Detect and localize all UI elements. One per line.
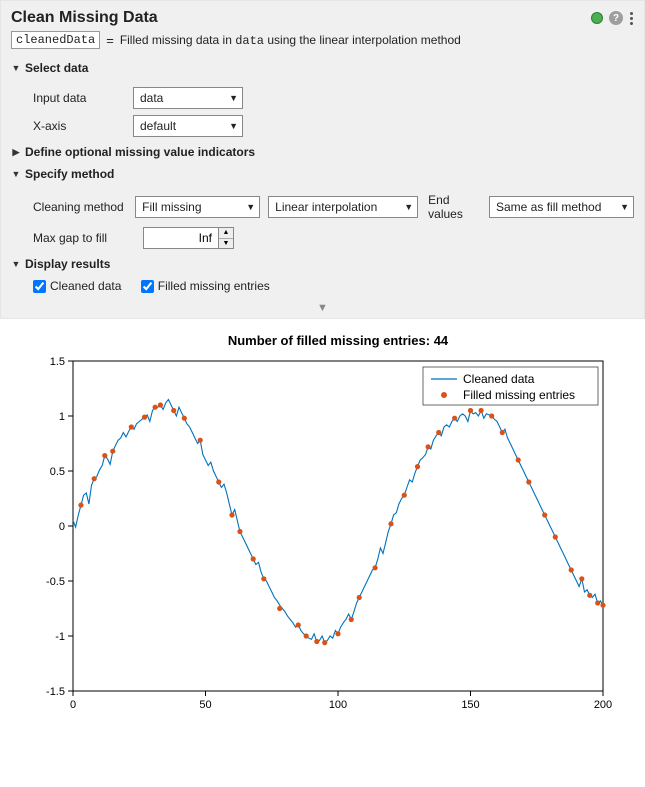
max-gap-label: Max gap to fill xyxy=(33,231,143,245)
chevron-right-icon: ▶ xyxy=(11,147,21,158)
svg-text:0: 0 xyxy=(70,699,76,711)
section-header-select-data[interactable]: ▼ Select data xyxy=(11,59,634,77)
cleaning-method-label: Cleaning method xyxy=(33,200,127,214)
x-axis-label: X-axis xyxy=(33,119,133,133)
summary-row: cleanedData = Filled missing data in dat… xyxy=(11,31,634,49)
panel-title: Clean Missing Data xyxy=(11,9,158,27)
svg-text:-1: -1 xyxy=(55,631,65,643)
status-dot-icon xyxy=(591,12,603,24)
section-select-data: ▼ Select data Input data data▼ X-axis de… xyxy=(11,59,634,137)
section-header-optional-indicators[interactable]: ▶ Define optional missing value indicato… xyxy=(11,143,634,161)
x-axis-select[interactable]: default▼ xyxy=(133,115,243,137)
summary-text: Filled missing data in data using the li… xyxy=(120,33,461,48)
svg-text:-1.5: -1.5 xyxy=(46,686,65,698)
caret-down-icon: ▼ xyxy=(404,202,413,212)
expand-handle-icon[interactable]: ▼ xyxy=(11,300,634,314)
spinner-up-icon[interactable]: ▲ xyxy=(219,228,233,238)
task-panel: Clean Missing Data ? cleanedData = Fille… xyxy=(0,0,645,319)
svg-text:0.5: 0.5 xyxy=(50,466,65,478)
caret-down-icon: ▼ xyxy=(620,202,629,212)
header-icons: ? xyxy=(591,10,634,27)
help-icon[interactable]: ? xyxy=(609,11,623,25)
svg-text:Number of filled missing entri: Number of filled missing entries: 44 xyxy=(228,333,449,348)
svg-text:-0.5: -0.5 xyxy=(46,576,65,588)
chart-area: Number of filled missing entries: 44 0 50 1… xyxy=(0,319,645,739)
chevron-down-icon: ▼ xyxy=(11,63,21,73)
max-gap-input[interactable] xyxy=(144,228,218,248)
input-data-select[interactable]: data▼ xyxy=(133,87,243,109)
output-variable[interactable]: cleanedData xyxy=(11,31,100,49)
section-header-specify-method[interactable]: ▼ Specify method xyxy=(11,165,634,183)
chevron-down-icon: ▼ xyxy=(11,259,21,269)
section-header-display-results[interactable]: ▼ Display results xyxy=(11,255,634,273)
input-data-label: Input data xyxy=(33,91,133,105)
panel-header: Clean Missing Data ? xyxy=(11,9,634,27)
section-specify-method: ▼ Specify method Cleaning method Fill mi… xyxy=(11,165,634,249)
spinner-down-icon[interactable]: ▼ xyxy=(219,238,233,248)
cleaned-data-checkbox[interactable]: Cleaned data xyxy=(33,279,121,293)
end-values-label: End values xyxy=(428,193,479,221)
caret-down-icon: ▼ xyxy=(229,93,238,103)
chevron-down-icon: ▼ xyxy=(11,169,21,179)
svg-text:Cleaned data: Cleaned data xyxy=(463,372,535,386)
svg-text:1: 1 xyxy=(59,411,65,423)
caret-down-icon: ▼ xyxy=(229,121,238,131)
caret-down-icon: ▼ xyxy=(246,202,255,212)
equals-sign: = xyxy=(106,33,114,48)
svg-text:50: 50 xyxy=(199,699,211,711)
max-gap-spinner[interactable]: ▲ ▼ xyxy=(143,227,234,249)
svg-text:Filled missing entries: Filled missing entries xyxy=(463,388,575,402)
section-display-results: ▼ Display results Cleaned data Filled mi… xyxy=(11,255,634,300)
svg-text:1.5: 1.5 xyxy=(50,356,65,368)
end-values-select[interactable]: Same as fill method▼ xyxy=(489,196,634,218)
filled-entries-checkbox[interactable]: Filled missing entries xyxy=(141,279,270,293)
cleaning-method-select[interactable]: Fill missing▼ xyxy=(135,196,260,218)
section-optional-indicators: ▶ Define optional missing value indicato… xyxy=(11,143,634,161)
svg-text:150: 150 xyxy=(461,699,479,711)
fill-type-select[interactable]: Linear interpolation▼ xyxy=(268,196,418,218)
results-chart: Number of filled missing entries: 44 0 50 1… xyxy=(18,331,618,721)
svg-text:200: 200 xyxy=(594,699,612,711)
svg-text:0: 0 xyxy=(59,521,65,533)
kebab-menu-icon[interactable] xyxy=(629,10,634,27)
svg-text:100: 100 xyxy=(329,699,347,711)
